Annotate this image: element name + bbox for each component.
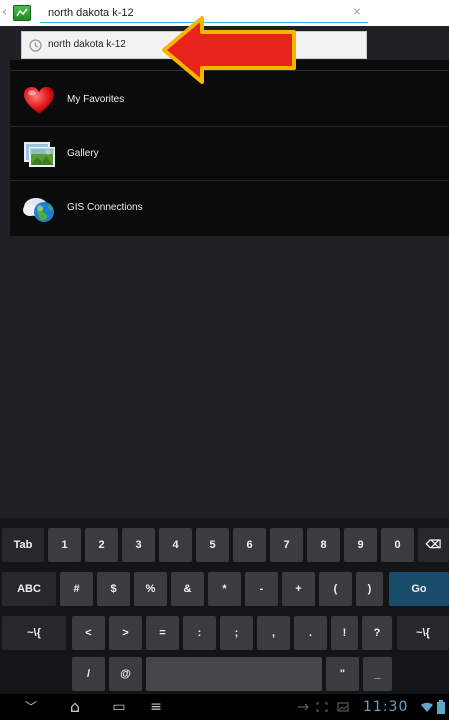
nav-home-button[interactable]: ⌂ bbox=[62, 694, 88, 720]
key-abc[interactable]: ABC bbox=[2, 572, 56, 606]
key-minus[interactable]: - bbox=[245, 572, 278, 606]
key-7[interactable]: 7 bbox=[270, 528, 303, 562]
clock-icon bbox=[29, 39, 42, 52]
menu-item-gis-connections[interactable]: GIS Connections bbox=[10, 181, 449, 235]
key-open-paren[interactable]: ( bbox=[319, 572, 352, 606]
key-alt-symbols-left[interactable]: ~\{ bbox=[2, 616, 66, 650]
key-underscore[interactable]: _ bbox=[363, 657, 392, 691]
key-plus[interactable]: + bbox=[282, 572, 315, 606]
key-1[interactable]: 1 bbox=[48, 528, 81, 562]
key-less-than[interactable]: < bbox=[72, 616, 105, 650]
nav-menu-button[interactable]: ≡ bbox=[146, 694, 166, 720]
key-at[interactable]: @ bbox=[109, 657, 142, 691]
key-5[interactable]: 5 bbox=[196, 528, 229, 562]
key-4[interactable]: 4 bbox=[159, 528, 192, 562]
key-tab[interactable]: Tab bbox=[2, 528, 44, 562]
suggestion-text: north dakota k-12 bbox=[48, 39, 126, 50]
on-screen-keyboard: Tab 1 2 3 4 5 6 7 8 9 0 ⌫ ABC # $ % & * … bbox=[0, 518, 449, 694]
wifi-icon bbox=[421, 702, 433, 712]
key-exclamation[interactable]: ! bbox=[331, 616, 358, 650]
key-equals[interactable]: = bbox=[146, 616, 179, 650]
globe-icon bbox=[23, 198, 54, 222]
key-backspace[interactable]: ⌫ bbox=[418, 528, 449, 562]
key-go[interactable]: Go bbox=[389, 572, 449, 606]
key-comma[interactable]: , bbox=[257, 616, 290, 650]
clear-search-button[interactable]: × bbox=[350, 4, 364, 20]
app-logo-icon[interactable] bbox=[13, 5, 31, 21]
key-slash[interactable]: / bbox=[72, 657, 105, 691]
key-2[interactable]: 2 bbox=[85, 528, 118, 562]
key-dollar[interactable]: $ bbox=[97, 572, 130, 606]
screenshot-icon bbox=[316, 702, 328, 712]
back-chevron-icon[interactable]: ‹ bbox=[2, 4, 12, 22]
status-clock: 11:30 bbox=[363, 699, 409, 715]
key-semicolon[interactable]: ; bbox=[220, 616, 253, 650]
key-8[interactable]: 8 bbox=[307, 528, 340, 562]
key-hash[interactable]: # bbox=[60, 572, 93, 606]
nav-recent-apps-button[interactable]: ▭ bbox=[104, 694, 134, 720]
menu-item-gallery[interactable]: Gallery bbox=[10, 127, 449, 181]
key-quote[interactable]: " bbox=[326, 657, 359, 691]
key-asterisk[interactable]: * bbox=[208, 572, 241, 606]
key-period[interactable]: . bbox=[294, 616, 327, 650]
key-question[interactable]: ? bbox=[362, 616, 392, 650]
key-ampersand[interactable]: & bbox=[171, 572, 204, 606]
key-percent[interactable]: % bbox=[134, 572, 167, 606]
usb-icon bbox=[298, 703, 309, 711]
key-alt-symbols-right[interactable]: ~\{ bbox=[397, 616, 449, 650]
key-space[interactable] bbox=[146, 657, 322, 691]
key-3[interactable]: 3 bbox=[122, 528, 155, 562]
gallery-icon bbox=[24, 142, 55, 167]
key-9[interactable]: 9 bbox=[344, 528, 377, 562]
image-notification-icon bbox=[337, 702, 349, 712]
battery-icon bbox=[437, 700, 445, 714]
menu-item-label: My Favorites bbox=[67, 94, 125, 105]
key-greater-than[interactable]: > bbox=[109, 616, 142, 650]
key-0[interactable]: 0 bbox=[381, 528, 414, 562]
menu-item-label: GIS Connections bbox=[67, 202, 143, 213]
main-menu-list: My Favorites Gallery GIS Connections bbox=[10, 60, 449, 236]
nav-back-button[interactable]: ﹀ bbox=[16, 694, 46, 720]
menu-item-label: Gallery bbox=[67, 148, 99, 159]
key-colon[interactable]: : bbox=[183, 616, 216, 650]
annotation-arrow-icon bbox=[162, 16, 296, 84]
key-close-paren[interactable]: ) bbox=[356, 572, 383, 606]
system-nav-bar: ﹀ ⌂ ▭ ≡ 11:30 bbox=[0, 694, 449, 720]
key-6[interactable]: 6 bbox=[233, 528, 266, 562]
heart-icon bbox=[24, 87, 54, 114]
